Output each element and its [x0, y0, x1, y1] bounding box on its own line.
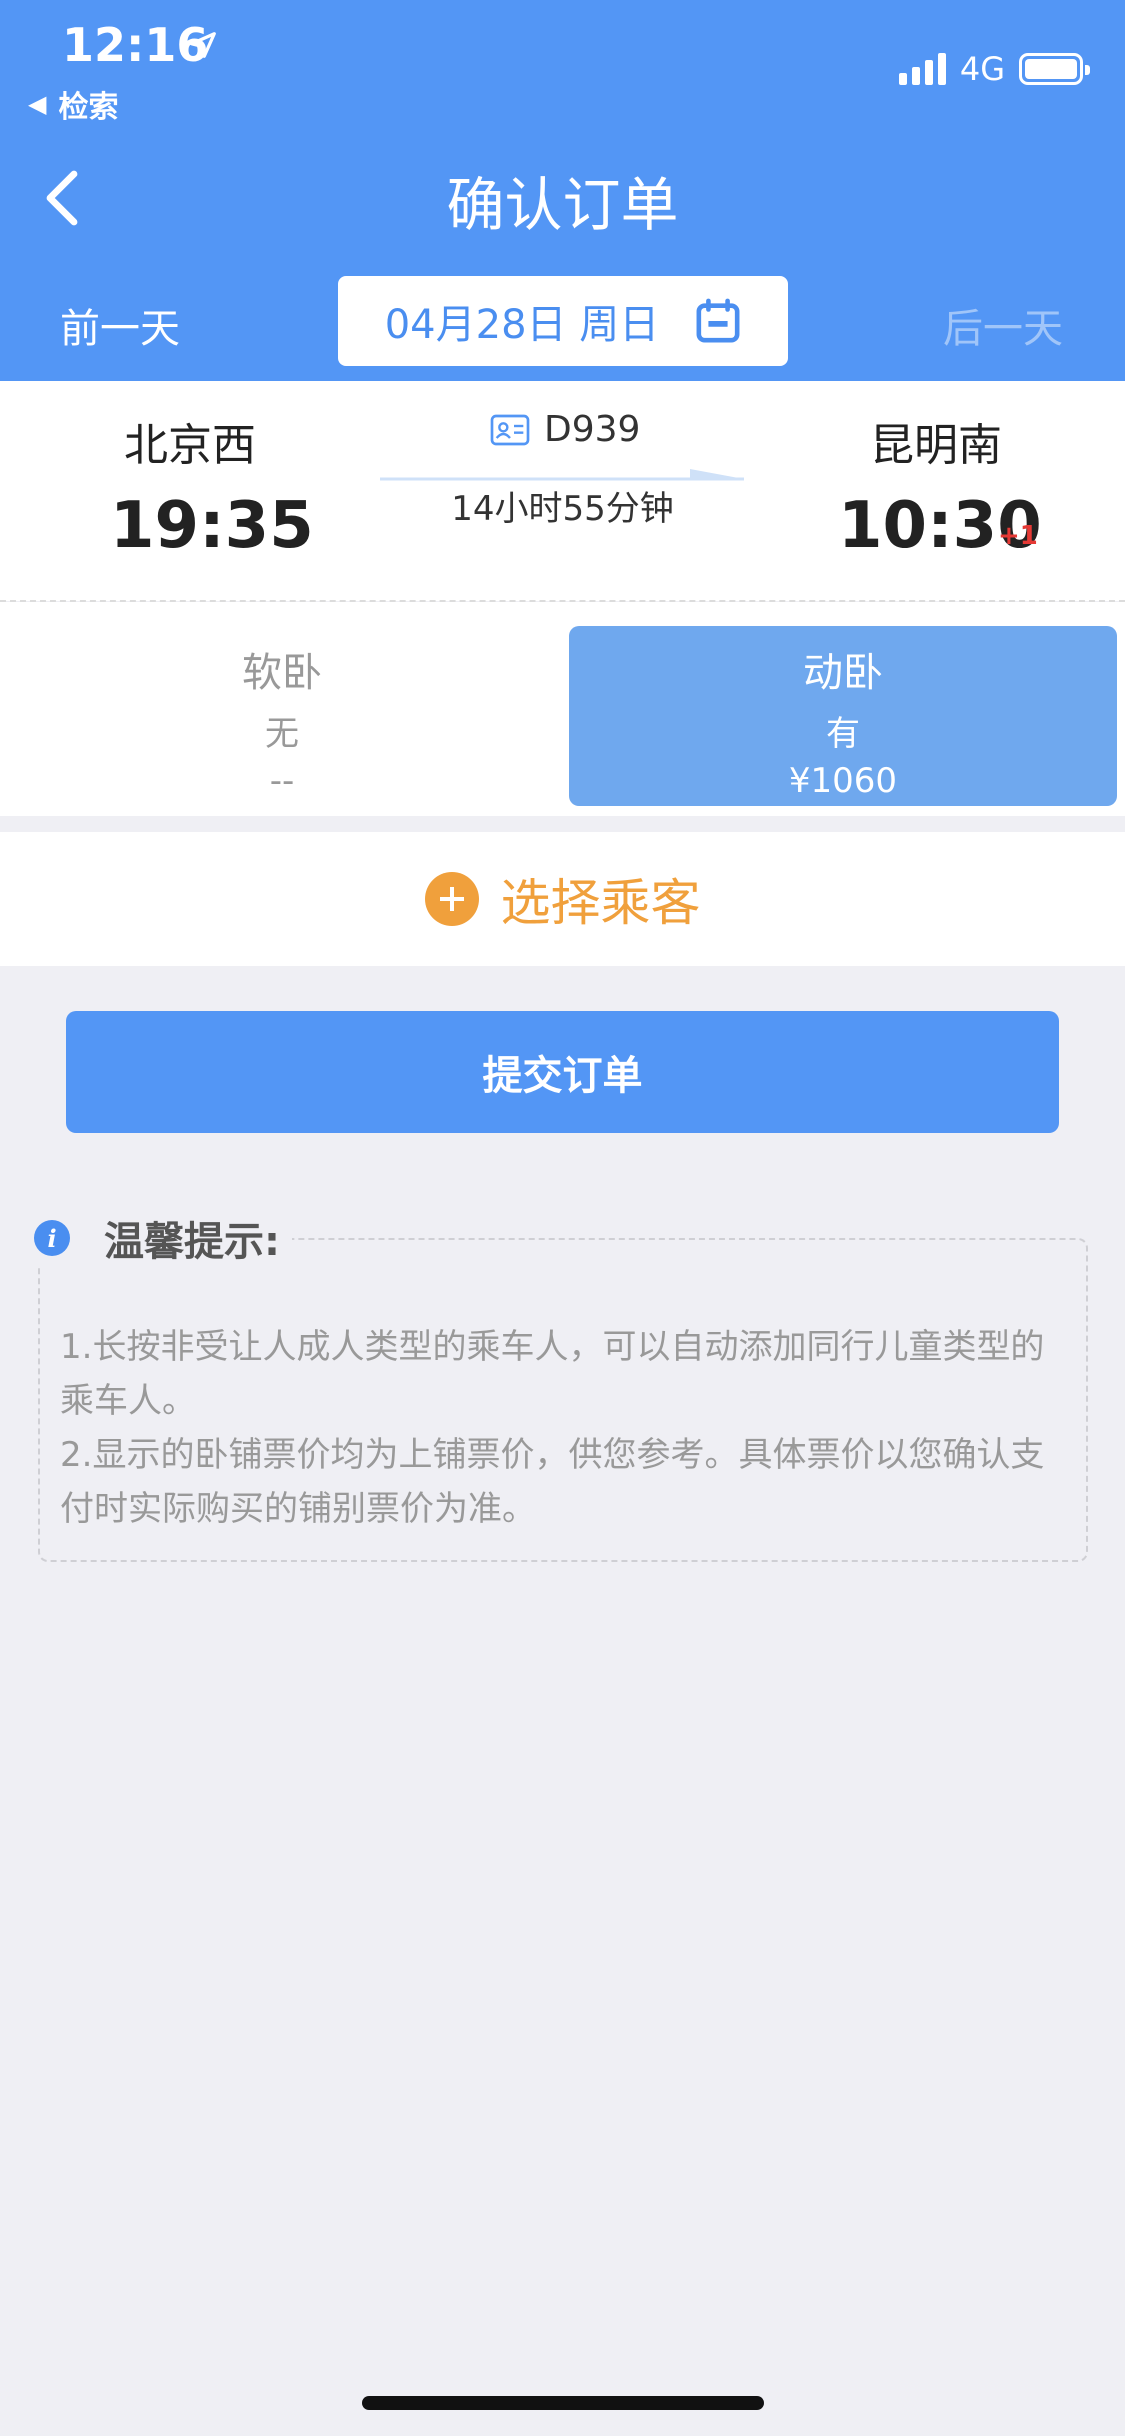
location-arrow-icon — [190, 32, 216, 58]
tip-line: 1.长按非受让人成人类型的乘车人，可以自动添加同行儿童类型的乘车人。 — [60, 1327, 1045, 1421]
tips-header: i 温馨提示: — [34, 1208, 292, 1268]
header: 12:16 ◀ 检索 4G 确认订单 前一天 04月28日 周日 后一天 — [0, 0, 1125, 381]
next-day-badge: +1 — [998, 521, 1038, 551]
train-number-label: D939 — [544, 409, 641, 450]
date-text: 04月28日 周日 — [384, 302, 660, 348]
next-day-button[interactable]: 后一天 — [943, 296, 1063, 354]
seat-name: 软卧 — [242, 650, 322, 696]
home-indicator[interactable] — [362, 2396, 764, 2410]
info-icon: i — [34, 1220, 70, 1256]
seat-price: ¥1060 — [788, 761, 898, 801]
select-passenger-button[interactable]: 选择乘客 — [0, 832, 1125, 966]
submit-order-button[interactable]: 提交订单 — [66, 1011, 1059, 1133]
plus-circle-icon — [424, 872, 479, 926]
back-triangle-icon: ◀ — [28, 90, 47, 118]
arrival-station: 昆明南 — [870, 420, 1002, 471]
calendar-icon — [696, 298, 740, 343]
prev-day-button[interactable]: 前一天 — [60, 296, 180, 354]
page-title: 确认订单 — [446, 171, 679, 239]
seat-name: 动卧 — [803, 650, 883, 696]
seat-option-soft-sleeper[interactable]: 软卧 无 -- — [8, 626, 556, 806]
status-indicators: 4G — [898, 50, 1090, 88]
train-number[interactable]: D939 — [490, 409, 640, 450]
battery-icon — [1019, 53, 1090, 85]
seat-option-emu-sleeper[interactable]: 动卧 有 ¥1060 — [569, 626, 1117, 806]
select-passenger-label: 选择乘客 — [500, 874, 701, 932]
network-label: 4G — [959, 50, 1005, 88]
date-selector[interactable]: 04月28日 周日 — [338, 276, 788, 366]
tip-line: 2.显示的卧铺票价均为上铺票价，供您参考。具体票价以您确认支付时实际购买的铺别票… — [60, 1435, 1045, 1529]
tips-title: 温馨提示: — [104, 1219, 280, 1265]
departure-station: 北京西 — [124, 420, 256, 471]
seat-availability: 有 — [826, 714, 860, 754]
tips-text: 1.长按非受让人成人类型的乘车人，可以自动添加同行儿童类型的乘车人。 2.显示的… — [60, 1320, 1060, 1536]
train-info-card: 北京西 19:35 D939 14小时55分钟 昆明南 10:30 +1 — [0, 381, 1125, 602]
back-to-app-link[interactable]: ◀ 检索 — [28, 82, 118, 126]
id-card-icon — [490, 414, 530, 445]
seat-selection: 软卧 无 -- 动卧 有 ¥1060 — [0, 602, 1125, 816]
signal-icon — [898, 53, 946, 85]
seat-availability: 无 — [265, 714, 299, 754]
back-app-label: 检索 — [58, 90, 119, 125]
status-time: 12:16 — [62, 18, 209, 72]
seat-price: -- — [269, 761, 295, 801]
